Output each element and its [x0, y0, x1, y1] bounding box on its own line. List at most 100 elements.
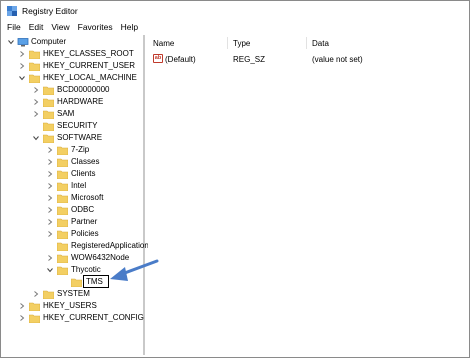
folder-icon — [43, 86, 54, 95]
tree-node-computer[interactable]: Computer — [17, 36, 66, 48]
folder-icon — [43, 98, 54, 107]
folder-icon — [57, 254, 68, 263]
chevron-right-icon[interactable] — [33, 111, 39, 117]
menu-edit[interactable]: Edit — [29, 22, 44, 32]
chevron-right-icon[interactable] — [19, 51, 25, 57]
tree-node-wow6432node[interactable]: WOW6432Node — [57, 252, 129, 264]
tree-node-hku[interactable]: HKEY_USERS — [29, 300, 97, 312]
folder-icon — [29, 314, 40, 323]
chevron-right-icon[interactable] — [47, 255, 53, 261]
menu-view[interactable]: View — [51, 22, 69, 32]
tree-node-hkcu[interactable]: HKEY_CURRENT_USER — [29, 60, 135, 72]
tree-node-odbc[interactable]: ODBC — [57, 204, 94, 216]
folder-icon — [43, 122, 54, 131]
tree-node-system[interactable]: SYSTEM — [43, 288, 90, 300]
folder-icon — [57, 218, 68, 227]
folder-icon — [57, 242, 68, 251]
chevron-right-icon[interactable] — [47, 147, 53, 153]
tree-node-security[interactable]: SECURITY — [43, 120, 97, 132]
chevron-down-icon[interactable] — [33, 135, 39, 141]
chevron-right-icon[interactable] — [47, 195, 53, 201]
chevron-right-icon[interactable] — [19, 315, 25, 321]
tree-label: HARDWARE — [57, 97, 104, 106]
folder-icon — [29, 62, 40, 71]
title-bar: Registry Editor — [2, 2, 468, 19]
tree-node-classes[interactable]: Classes — [57, 156, 99, 168]
tree-label: HKEY_CURRENT_USER — [43, 61, 136, 70]
chevron-down-icon[interactable] — [8, 39, 14, 45]
tree-label: Classes — [71, 157, 100, 166]
tree-label: BCD00000000 — [57, 85, 110, 94]
menu-favorites[interactable]: Favorites — [78, 22, 113, 32]
folder-icon — [57, 194, 68, 203]
chevron-right-icon[interactable] — [47, 219, 53, 225]
chevron-right-icon[interactable] — [47, 171, 53, 177]
tree-node-clients[interactable]: Clients — [57, 168, 95, 180]
key-tree-pane[interactable]: Computer HKEY_CLASSES_ROOT HKEY_CURRENT_… — [3, 35, 149, 355]
column-header-name[interactable]: Name — [153, 39, 174, 48]
chevron-right-icon[interactable] — [19, 303, 25, 309]
chevron-down-icon[interactable] — [19, 75, 25, 81]
chevron-right-icon[interactable] — [47, 159, 53, 165]
menu-file[interactable]: File — [7, 22, 21, 32]
menu-help[interactable]: Help — [121, 22, 138, 32]
value-data-cell: (value not set) — [312, 55, 363, 64]
chevron-right-icon[interactable] — [19, 63, 25, 69]
menu-bar: File Edit View Favorites Help — [2, 19, 468, 35]
tree-node-registered-applications[interactable]: RegisteredApplication — [57, 240, 149, 252]
tree-label: 7-Zip — [71, 145, 90, 154]
registry-editor-window: Registry Editor File Edit View Favorites… — [0, 0, 470, 358]
chevron-right-icon[interactable] — [33, 291, 39, 297]
values-list-pane[interactable]: Name Type Data ab (Default) REG_SZ (valu… — [148, 35, 465, 355]
folder-icon — [57, 206, 68, 215]
folder-icon — [57, 182, 68, 191]
tree-label: WOW6432Node — [71, 253, 130, 262]
column-header-type[interactable]: Type — [233, 39, 250, 48]
tree-node-microsoft[interactable]: Microsoft — [57, 192, 103, 204]
registry-editor-icon — [7, 5, 17, 16]
folder-open-icon — [29, 74, 40, 83]
folder-icon — [57, 158, 68, 167]
chevron-right-icon[interactable] — [47, 231, 53, 237]
tree-label: RegisteredApplication — [71, 241, 149, 250]
computer-icon — [17, 37, 29, 47]
column-divider[interactable] — [227, 37, 228, 49]
tree-label: Microsoft — [71, 193, 104, 202]
tree-node-7zip[interactable]: 7-Zip — [57, 144, 89, 156]
tree-label: SOFTWARE — [57, 133, 103, 142]
tree-node-bcd[interactable]: BCD00000000 — [43, 84, 109, 96]
rename-key-input[interactable]: TMS — [83, 275, 109, 288]
chevron-right-icon[interactable] — [33, 87, 39, 93]
tree-label: HKEY_LOCAL_MACHINE — [43, 73, 137, 82]
folder-icon — [57, 230, 68, 239]
tree-label: SECURITY — [57, 121, 98, 130]
folder-open-icon — [57, 266, 68, 275]
chevron-right-icon[interactable] — [47, 207, 53, 213]
column-divider[interactable] — [306, 37, 307, 49]
tree-label: SYSTEM — [57, 289, 90, 298]
tree-label: Policies — [71, 229, 99, 238]
tree-node-intel[interactable]: Intel — [57, 180, 86, 192]
tree-node-partner[interactable]: Partner — [57, 216, 97, 228]
chevron-down-icon[interactable] — [47, 267, 53, 273]
tree-node-sam[interactable]: SAM — [43, 108, 74, 120]
tree-label: HKEY_CLASSES_ROOT — [43, 49, 134, 58]
folder-icon — [43, 290, 54, 299]
tree-label: Computer — [31, 37, 67, 46]
tree-node-hardware[interactable]: HARDWARE — [43, 96, 103, 108]
tree-node-hkcr[interactable]: HKEY_CLASSES_ROOT — [29, 48, 134, 60]
tree-label: SAM — [57, 109, 75, 118]
column-header-data[interactable]: Data — [312, 39, 329, 48]
tree-node-hkcc[interactable]: HKEY_CURRENT_CONFIG — [29, 312, 144, 324]
tree-node-policies[interactable]: Policies — [57, 228, 99, 240]
chevron-right-icon[interactable] — [47, 183, 53, 189]
string-value-icon: ab — [153, 54, 163, 63]
tree-label: HKEY_CURRENT_CONFIG — [43, 313, 144, 322]
chevron-right-icon[interactable] — [33, 99, 39, 105]
folder-icon — [57, 146, 68, 155]
tree-node-software[interactable]: SOFTWARE — [43, 132, 102, 144]
value-name-cell[interactable]: (Default) — [165, 55, 196, 64]
tree-node-hklm[interactable]: HKEY_LOCAL_MACHINE — [29, 72, 137, 84]
folder-icon — [71, 278, 82, 287]
value-type-cell: REG_SZ — [233, 55, 266, 64]
